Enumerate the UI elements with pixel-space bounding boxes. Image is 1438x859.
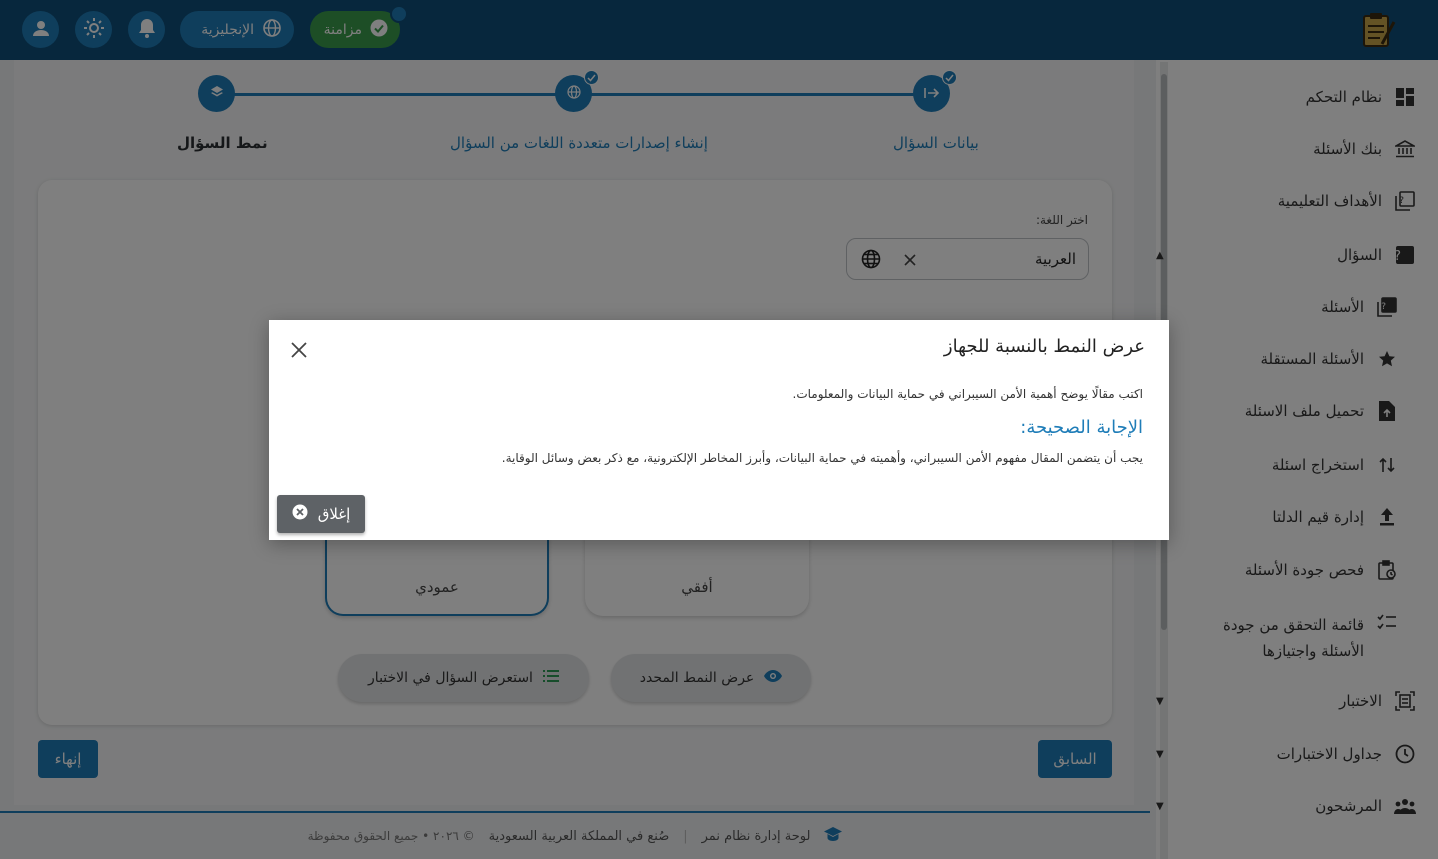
dialog-close-button[interactable]: إغلاق [277, 495, 365, 533]
dialog-close-label: إغلاق [317, 505, 351, 523]
dialog-answer-heading: الإجابة الصحيحة: [1020, 417, 1143, 438]
dialog-question-text: اكتب مقالًا يوضح أهمية الأمن السيبراني ف… [792, 387, 1143, 401]
layout-preview-dialog: عرض النمط بالنسبة للجهاز اكتب مقالًا يوض… [269, 320, 1169, 540]
close-circle-icon [292, 504, 308, 524]
close-icon[interactable] [289, 340, 309, 360]
dialog-answer-text: يجب أن يتضمن المقال مفهوم الأمن السيبران… [501, 451, 1143, 465]
dialog-title: عرض النمط بالنسبة للجهاز [943, 336, 1145, 357]
